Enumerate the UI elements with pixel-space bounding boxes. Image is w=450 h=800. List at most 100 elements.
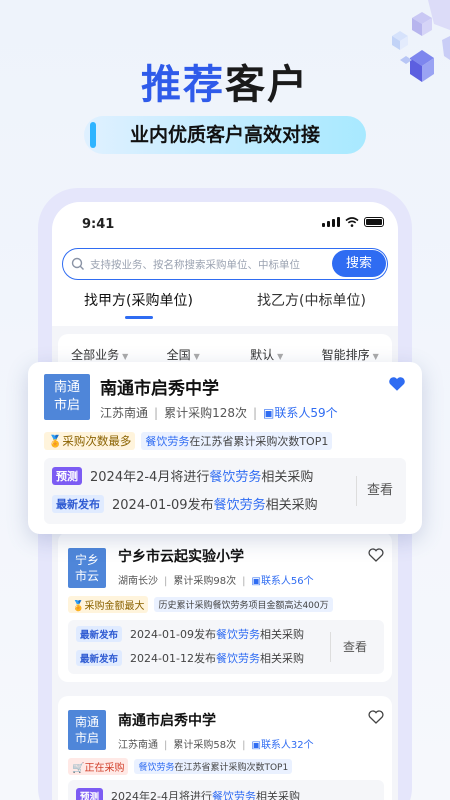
event-badge: 预测 <box>76 788 104 800</box>
event-text-b: 相关采购 <box>255 790 300 800</box>
event-text-a: 2024-01-09发布 <box>130 628 216 641</box>
event-text-b: 相关采购 <box>259 652 304 665</box>
event-box: 最新发布 2024-01-09发布 餐饮劳务 相关采购 最新发布 2024-01-12发… <box>68 620 384 674</box>
view-button[interactable]: 查看 <box>330 632 367 662</box>
featured-customer-card[interactable]: 南通 市启 南通市启秀中学 江苏南通 | 累计采购128次 | ▣联系人59个 🏅采购次数… <box>28 362 422 534</box>
customer-card[interactable]: 南通 市启 南通市启秀中学 江苏南通 | 累计采购58次 | ▣联系人32个 🛒正在采购 … <box>58 696 392 800</box>
favorite-heart-icon[interactable] <box>368 548 384 562</box>
filter-default[interactable]: 默认 ▼ <box>225 346 309 363</box>
view-button[interactable]: 查看 <box>356 476 393 506</box>
meta-divider: | <box>164 576 168 587</box>
customer-card[interactable]: 宁乡 市云 宁乡市云起实验小学 湖南长沙 | 累计采购98次 | ▣联系人56个 🏅采购金… <box>58 532 392 682</box>
search-bar: 支持按业务、按名称搜索采购单位、中标单位 搜索 <box>52 246 398 286</box>
contacts-label: 联系人32个 <box>260 740 314 751</box>
event-text-b: 相关采购 <box>259 628 304 641</box>
event-keyword[interactable]: 餐饮劳务 <box>209 466 261 485</box>
summary-tag-text: 在江苏省累计采购次数TOP1 <box>189 435 329 448</box>
summary-tag: 餐饮劳务在江苏省累计采购次数TOP1 <box>141 432 333 450</box>
contact-card-icon: ▣ <box>251 576 261 587</box>
org-name[interactable]: 宁乡市云起实验小学 <box>118 546 244 566</box>
summary-tag: 历史累计采购餐饮劳务项目金额高达400万 <box>154 597 333 612</box>
contact-card-icon: ▣ <box>263 406 275 420</box>
highlight-tag: 🏅采购次数最多 <box>44 432 136 450</box>
hero-title-accent: 推荐 <box>141 62 225 108</box>
meta-divider: | <box>242 576 246 587</box>
event-box: 预测 2024年2-4月将进行 餐饮劳务 相关采购 最新发布 2024-01-09发布餐… <box>44 458 406 524</box>
org-name[interactable]: 南通市启秀中学 <box>118 710 216 730</box>
contacts-link[interactable]: ▣联系人59个 <box>263 406 338 420</box>
hero-subtitle: 业内优质客户高效对接 <box>84 116 366 154</box>
org-purchase-count: 累计采购128次 <box>164 406 247 420</box>
event-keyword[interactable]: 餐饮劳务 <box>214 494 266 513</box>
summary-tag-keyword: 餐饮劳务 <box>145 435 190 448</box>
cellular-signal-icon <box>322 217 340 227</box>
favorite-heart-icon[interactable] <box>368 710 384 724</box>
status-icons <box>322 217 384 227</box>
cart-icon: 🛒 <box>72 763 85 774</box>
filter-sort[interactable]: 智能排序 ▼ <box>309 346 393 363</box>
meta-divider: | <box>242 740 246 751</box>
contacts-link[interactable]: ▣联系人56个 <box>251 576 313 587</box>
org-logo: 宁乡 市云 <box>68 548 106 588</box>
org-region: 湖南长沙 <box>118 576 158 587</box>
search-button[interactable]: 搜索 <box>332 250 386 277</box>
event-box: 预测2024年2-4月将进行餐饮劳务相关采购 查看 <box>68 780 384 800</box>
event-row: 最新发布 2024-01-09发布 餐饮劳务 相关采购 <box>52 494 318 513</box>
contacts-label: 联系人59个 <box>274 406 338 420</box>
event-text-b: 相关采购 <box>261 470 314 485</box>
filter-region[interactable]: 全国 ▼ <box>142 346 226 363</box>
event-badge: 最新发布 <box>76 626 123 642</box>
status-bar: 9:41 <box>52 202 398 246</box>
meta-divider: | <box>154 406 159 420</box>
event-row: 最新发布 2024-01-12发布 餐饮劳务 相关采购 <box>76 650 304 666</box>
org-meta: 江苏南通 | 累计采购128次 | ▣联系人59个 <box>100 404 338 421</box>
search-input[interactable]: 支持按业务、按名称搜索采购单位、中标单位 搜索 <box>62 248 388 280</box>
meta-divider: | <box>252 406 258 420</box>
event-badge: 最新发布 <box>76 650 123 666</box>
event-text-a: 2024年2-4月将进行 <box>90 470 210 485</box>
org-meta: 江苏南通 | 累计采购58次 | ▣联系人32个 <box>118 736 314 751</box>
logo-text-top: 宁乡 <box>74 553 99 567</box>
highlight-tag: 🛒正在采购 <box>68 758 129 775</box>
caret-down-icon: ▼ <box>372 351 379 361</box>
event-badge: 最新发布 <box>52 494 104 513</box>
event-text-a: 2024年2-4月将进行 <box>111 790 212 800</box>
event-text-b: 相关采购 <box>265 498 318 513</box>
event-row: 预测 2024年2-4月将进行 餐饮劳务 相关采购 <box>76 788 300 800</box>
filter-business[interactable]: 全部业务 ▼ <box>58 346 142 363</box>
wifi-icon <box>345 217 359 227</box>
status-time: 9:41 <box>82 217 115 232</box>
event-badge: 预测 <box>52 466 82 485</box>
logo-text-bottom: 市启 <box>53 398 80 413</box>
highlight-tag-label: 采购金额最大 <box>84 601 145 612</box>
contacts-link[interactable]: ▣联系人32个 <box>251 740 313 751</box>
org-purchase-count: 累计采购98次 <box>173 576 237 587</box>
highlight-tag-label: 正在采购 <box>84 763 125 774</box>
org-region: 江苏南通 <box>100 406 149 420</box>
org-region: 江苏南通 <box>118 740 158 751</box>
hero-title: 推荐客户 <box>0 52 450 110</box>
org-name[interactable]: 南通市启秀中学 <box>100 374 219 399</box>
event-keyword[interactable]: 餐饮劳务 <box>212 788 256 800</box>
summary-tag: 餐饮劳务在江苏省累计采购次数TOP1 <box>134 759 293 774</box>
tab-find-supplier[interactable]: 找乙方(中标单位) <box>225 286 398 326</box>
meta-divider: | <box>164 740 168 751</box>
logo-text-bottom: 市云 <box>74 569 99 583</box>
summary-tag-text: 历史累计采购餐饮劳务项目金额高达400万 <box>158 601 329 611</box>
event-keyword[interactable]: 餐饮劳务 <box>216 650 260 666</box>
battery-icon <box>364 217 384 227</box>
caret-down-icon: ▼ <box>277 351 284 361</box>
filter-default-label: 默认 <box>250 347 275 362</box>
hero-title-main: 客户 <box>225 62 309 108</box>
event-row: 最新发布 2024-01-09发布 餐饮劳务 相关采购 <box>76 626 304 642</box>
highlight-tag-label: 采购次数最多 <box>62 434 132 448</box>
favorite-heart-filled-icon[interactable] <box>388 376 406 392</box>
tab-find-buyer[interactable]: 找甲方(采购单位) <box>52 286 225 326</box>
logo-text-bottom: 市启 <box>74 731 99 745</box>
event-row: 预测 2024年2-4月将进行 餐饮劳务 相关采购 <box>52 466 313 485</box>
filter-business-label: 全部业务 <box>71 347 120 362</box>
filter-region-label: 全国 <box>166 347 191 362</box>
search-placeholder: 支持按业务、按名称搜索采购单位、中标单位 <box>90 258 300 271</box>
event-keyword[interactable]: 餐饮劳务 <box>216 626 260 642</box>
org-purchase-count: 累计采购58次 <box>173 740 237 751</box>
